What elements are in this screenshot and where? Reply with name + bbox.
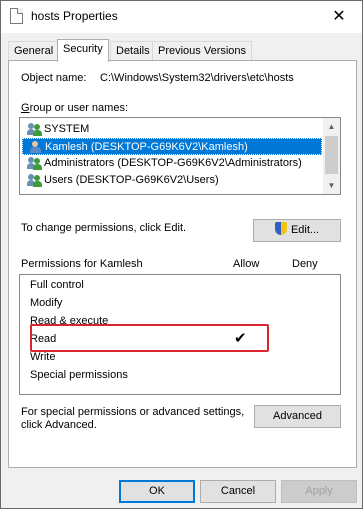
properties-window: hosts Properties ✕ General Security Deta… [0, 0, 363, 509]
user-list[interactable]: SYSTEM Kamlesh (DESKTOP-G69K6V2\Kamlesh)… [19, 117, 341, 195]
list-item[interactable]: SYSTEM [22, 121, 322, 138]
user-icon [28, 141, 44, 154]
file-icon [10, 8, 23, 24]
object-name-value: C:\Windows\System32\drivers\etc\hosts [100, 72, 294, 84]
permissions-for-label: Permissions for Kamlesh [21, 258, 143, 270]
tab-previous-versions[interactable]: Previous Versions [152, 41, 253, 61]
tab-strip: General Security Details Previous Versio… [8, 39, 357, 62]
group-icon [27, 174, 43, 187]
edit-button-label: Edit... [290, 224, 320, 236]
list-item-selected[interactable]: Kamlesh (DESKTOP-G69K6V2\Kamlesh) [22, 138, 322, 155]
cancel-button[interactable]: Cancel [200, 480, 276, 503]
allow-column-header: Allow [233, 258, 260, 270]
list-item[interactable]: Administrators (DESKTOP-G69K6V2\Administ… [22, 155, 322, 172]
advanced-text-line2: click Advanced. [21, 419, 97, 431]
deny-column-header: Deny [292, 258, 318, 270]
advanced-button[interactable]: Advanced [254, 405, 341, 428]
close-button[interactable]: ✕ [316, 1, 362, 32]
group-icon [27, 157, 43, 170]
change-permissions-text: To change permissions, click Edit. [21, 222, 187, 234]
edit-button[interactable]: Edit... [253, 219, 341, 242]
permission-modify: Modify [30, 297, 63, 309]
scroll-thumb[interactable] [325, 136, 338, 174]
advanced-text-line1: For special permissions or advanced sett… [21, 406, 245, 418]
scroll-up-icon[interactable]: ▲ [323, 118, 340, 135]
user-list-scrollbar[interactable]: ▲ ▼ [323, 118, 340, 194]
object-name-label: Object name: [21, 72, 87, 84]
group-user-label-text: roup or user names: [29, 102, 128, 114]
ok-button[interactable]: OK [119, 480, 195, 503]
title-bar: hosts Properties ✕ [1, 1, 362, 33]
tab-details[interactable]: Details [110, 41, 156, 61]
apply-button[interactable]: Apply [281, 480, 357, 503]
group-icon [27, 123, 43, 136]
tab-security[interactable]: Security [57, 39, 109, 62]
list-item[interactable]: Users (DESKTOP-G69K6V2\Users) [22, 172, 322, 189]
user-name: Users (DESKTOP-G69K6V2\Users) [44, 174, 219, 186]
user-name: SYSTEM [44, 123, 90, 135]
user-name: Administrators (DESKTOP-G69K6V2\Administ… [44, 157, 302, 169]
permission-special: Special permissions [30, 369, 128, 381]
group-user-label: Group or user names: [21, 102, 128, 114]
scroll-down-icon[interactable]: ▼ [323, 177, 340, 194]
permission-full-control: Full control [30, 279, 84, 291]
tab-general[interactable]: General [8, 41, 60, 61]
window-title: hosts Properties [31, 9, 118, 23]
read-highlight-box [30, 324, 269, 352]
user-name: Kamlesh (DESKTOP-G69K6V2\Kamlesh) [45, 141, 248, 153]
shield-icon [274, 222, 287, 235]
